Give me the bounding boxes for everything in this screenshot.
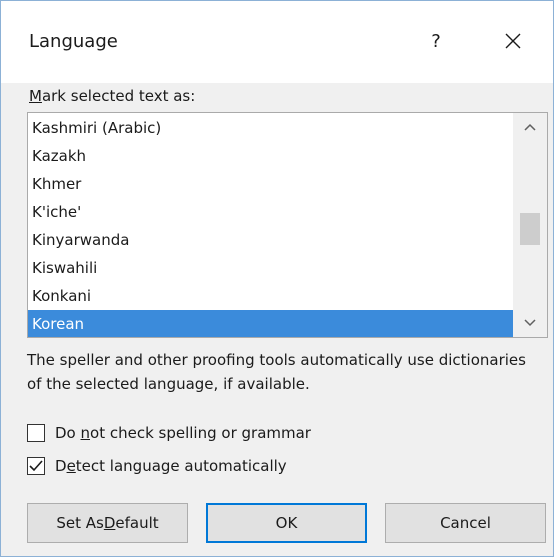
language-listbox[interactable]: Kashmiri (Arabic) Kazakh Khmer K'iche' K… <box>27 112 548 338</box>
no-check-option[interactable]: Do not check spelling or grammar <box>27 422 311 444</box>
list-label-mnemonic: M <box>29 87 42 105</box>
no-check-label: Do not check spelling or grammar <box>55 424 311 442</box>
close-button[interactable] <box>493 21 533 61</box>
title-bar: Language ? <box>1 1 553 83</box>
language-list: Kashmiri (Arabic) Kazakh Khmer K'iche' K… <box>28 114 513 337</box>
no-check-label-mnemonic: n <box>80 424 91 442</box>
detect-option[interactable]: Detect language automatically <box>27 455 287 477</box>
no-check-label-pre: Do <box>55 424 81 442</box>
chevron-up-icon <box>524 123 536 131</box>
scroll-thumb[interactable] <box>520 213 540 245</box>
language-dialog: Language ? Mark selected text as: Kashmi… <box>0 0 554 557</box>
checkmark-icon <box>29 460 43 472</box>
cancel-button[interactable]: Cancel <box>385 503 546 543</box>
set-default-pre: Set As <box>56 514 104 532</box>
list-label-text: ark selected text as: <box>41 87 196 105</box>
list-item[interactable]: K'iche' <box>28 198 513 226</box>
detect-label-post: tect language automatically <box>75 457 287 475</box>
scroll-up-button[interactable] <box>513 113 547 141</box>
dialog-title: Language <box>29 31 118 52</box>
help-button[interactable]: ? <box>419 21 453 61</box>
list-item[interactable]: Kashmiri (Arabic) <box>28 114 513 142</box>
list-item[interactable]: Kazakh <box>28 142 513 170</box>
list-item[interactable]: Konkani <box>28 282 513 310</box>
detect-label: Detect language automatically <box>55 457 287 475</box>
detect-label-pre: D <box>55 457 67 475</box>
set-as-default-button[interactable]: Set As Default <box>27 503 188 543</box>
detect-checkbox[interactable] <box>27 457 45 475</box>
list-item[interactable]: Kiswahili <box>28 254 513 282</box>
vertical-scrollbar[interactable] <box>513 113 547 337</box>
no-check-label-post: ot check spelling or grammar <box>90 424 311 442</box>
scroll-down-button[interactable] <box>513 309 547 337</box>
close-icon <box>505 33 521 49</box>
no-check-checkbox[interactable] <box>27 424 45 442</box>
detect-label-mnemonic: e <box>66 457 76 475</box>
list-item-selected[interactable]: Korean <box>28 310 513 337</box>
list-item[interactable]: Khmer <box>28 170 513 198</box>
description-text: The speller and other proofing tools aut… <box>27 351 526 393</box>
list-item[interactable]: Kinyarwanda <box>28 226 513 254</box>
set-default-mnemonic: D <box>103 514 116 532</box>
chevron-down-icon <box>524 319 536 327</box>
set-default-post: efault <box>115 514 159 532</box>
list-label: Mark selected text as: <box>29 87 195 105</box>
ok-button[interactable]: OK <box>206 503 367 543</box>
